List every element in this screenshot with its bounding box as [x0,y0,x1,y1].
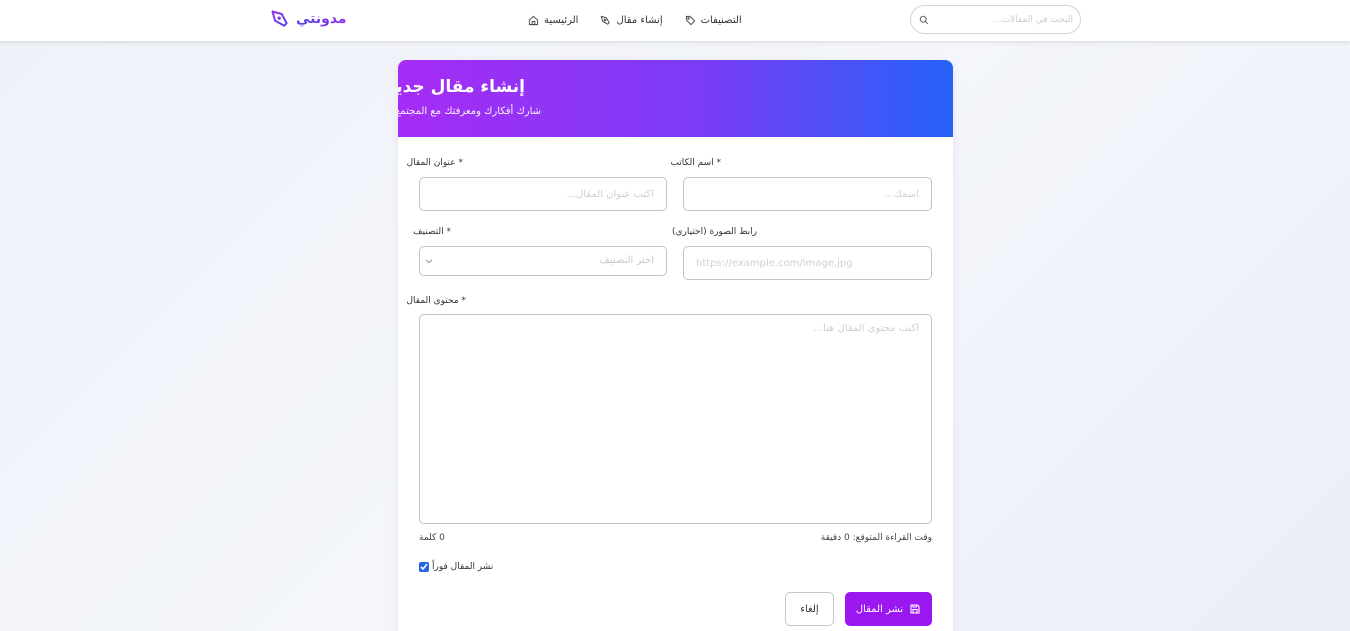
search-icon [919,15,929,25]
nav-link-create-post[interactable]: إنشاء مقال [600,14,663,26]
logo-text: مدونتي [296,11,347,27]
page-title: إنشاء مقال جديد [398,77,525,97]
nav-link-home[interactable]: الرئيسية [528,15,578,26]
pen-icon [601,15,611,25]
search-input[interactable] [933,10,1073,29]
category-label: * التصنيف [413,227,451,237]
category-select-value: اختر التصنيف [599,255,654,266]
nav-links: الرئيسية إنشاء مقال التصنيفات [528,12,742,28]
nav-link-categories[interactable]: التصنيفات [685,15,742,26]
nav-link-create-label: إنشاء مقال [616,14,663,26]
pen-logo-icon [271,10,288,27]
search-box [910,5,1081,34]
create-post-card: إنشاء مقال جديد شارك أفكارك ومعرفتك مع ا… [398,60,953,631]
home-icon [528,15,539,25]
image-url-input[interactable] [683,246,932,280]
publish-button[interactable]: نشر المقال [845,592,932,626]
navbar: مدونتي الرئيسية إنشاء مقال التصنيفات [0,0,1350,41]
reading-time: وقت القراءة المتوقع: 0 دقيقة [820,533,932,543]
title-label: * عنوان المقال [406,158,463,168]
publish-now-checkbox[interactable] [419,562,429,572]
tag-icon [685,15,695,25]
content-label: * محتوى المقال [406,296,466,306]
page-subtitle: شارك أفكارك ومعرفتك مع المجتمع [398,106,541,117]
title-input[interactable] [419,177,667,211]
word-count: 0 كلمة [419,533,445,543]
cancel-button[interactable]: إلغاء [785,592,834,626]
image-url-label: رابط الصورة (اختياري) [671,227,757,237]
nav-link-home-label: الرئيسية [544,14,579,26]
publish-now-label[interactable]: نشر المقال فوراً [432,562,493,572]
category-select[interactable]: اختر التصنيف [419,246,667,276]
publish-now-row: نشر المقال فوراً [419,562,493,572]
save-icon [910,604,920,614]
logo[interactable]: مدونتي [270,8,347,30]
card-header: إنشاء مقال جديد شارك أفكارك ومعرفتك مع ا… [398,60,953,137]
author-label: * اسم الكاتب [670,158,721,168]
publish-button-label: نشر المقال [855,603,904,615]
nav-link-categories-label: التصنيفات [700,14,742,26]
author-input[interactable] [683,177,932,211]
chevron-down-icon [425,259,433,264]
content-textarea[interactable] [419,314,932,524]
